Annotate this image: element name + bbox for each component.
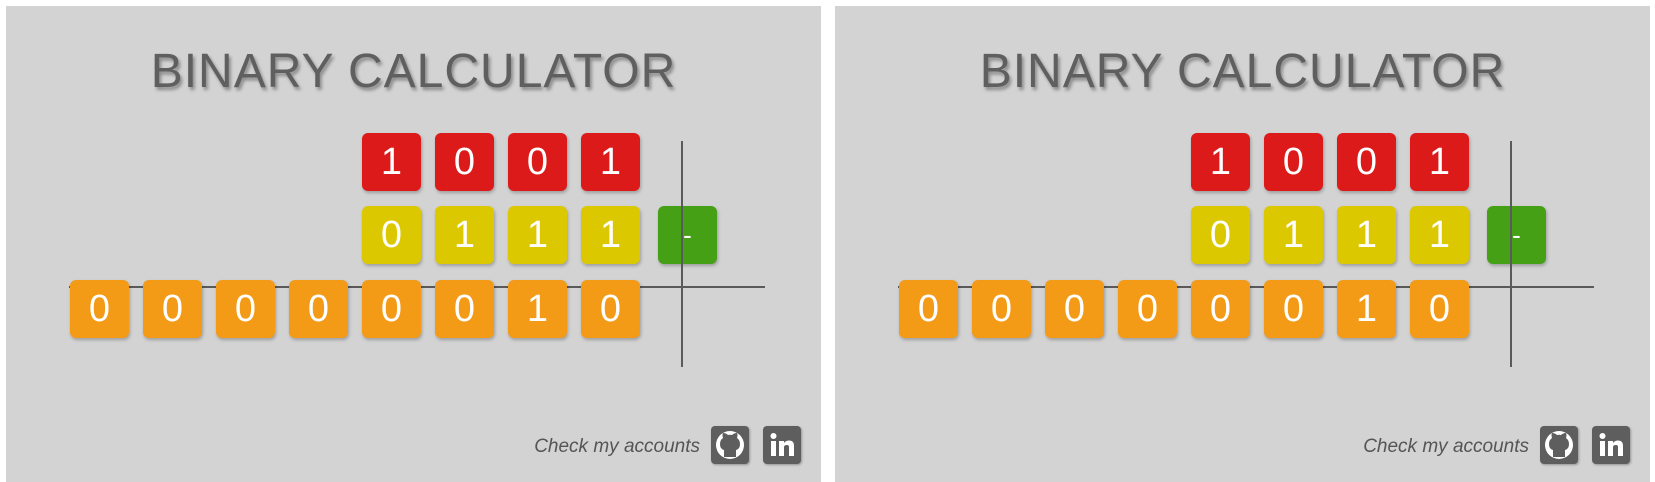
footer-accounts-label: Check my accounts: [534, 436, 700, 457]
result-bit-tile: 0: [1410, 280, 1469, 338]
minuend-bit-tile[interactable]: 1: [581, 133, 640, 191]
subtrahend-bit-tile[interactable]: 1: [1337, 206, 1396, 264]
minuend-bit-tile[interactable]: 1: [1410, 133, 1469, 191]
result-bit-tile: 0: [899, 280, 958, 338]
result-bit-tile: 0: [289, 280, 348, 338]
calculator-panel-right: BINARY CALCULATOR 1 0 0 1 0 1 1 1-0 0 0 0 0 0 1 0 Check …: [835, 6, 1650, 482]
minuend-bit-tile[interactable]: 0: [435, 133, 494, 191]
subtrahend-bit-tile[interactable]: 1: [508, 206, 567, 264]
result-bit-tile: 0: [1045, 280, 1104, 338]
subtrahend-bit-tile[interactable]: 1: [581, 206, 640, 264]
vertical-divider: [1510, 141, 1512, 367]
calculator-panel-left: BINARY CALCULATOR 1 0 0 1 0 1 1 1-0 0 0 0 0 0 1 0 Check …: [6, 6, 821, 482]
result-bit-tile: 0: [362, 280, 421, 338]
minuend-bit-tile[interactable]: 1: [362, 133, 421, 191]
subtrahend-bit-tile[interactable]: 0: [362, 206, 421, 264]
result-bit-tile: 0: [1264, 280, 1323, 338]
subtrahend-bit-tile[interactable]: 1: [1410, 206, 1469, 264]
subtrahend-bit-tile[interactable]: 1: [435, 206, 494, 264]
github-button[interactable]: [1540, 426, 1578, 464]
vertical-divider: [681, 141, 683, 367]
result-bit-tile: 0: [1191, 280, 1250, 338]
result-bit-tile: 0: [143, 280, 202, 338]
result-bit-tile: 0: [216, 280, 275, 338]
linkedin-button[interactable]: [763, 426, 801, 464]
result-bit-tile: 0: [435, 280, 494, 338]
subtrahend-bit-tile[interactable]: 1: [1264, 206, 1323, 264]
footer-accounts-label: Check my accounts: [1363, 436, 1529, 457]
linkedin-icon: [763, 426, 801, 464]
app-title: BINARY CALCULATOR: [150, 45, 677, 98]
github-button[interactable]: [711, 426, 749, 464]
result-bit-tile: 0: [1118, 280, 1177, 338]
result-bit-tile: 1: [1337, 280, 1396, 338]
minuend-bit-tile[interactable]: 1: [1191, 133, 1250, 191]
result-bit-tile: 1: [508, 280, 567, 338]
minuend-bit-tile[interactable]: 0: [1337, 133, 1396, 191]
result-bit-tile: 0: [581, 280, 640, 338]
subtrahend-bit-tile[interactable]: 0: [1191, 206, 1250, 264]
app-title: BINARY CALCULATOR: [979, 45, 1506, 98]
minuend-bit-tile[interactable]: 0: [1264, 133, 1323, 191]
linkedin-icon: [1592, 426, 1630, 464]
operator-button[interactable]: -: [658, 206, 717, 264]
linkedin-button[interactable]: [1592, 426, 1630, 464]
github-icon: [1540, 426, 1578, 464]
result-bit-tile: 0: [70, 280, 129, 338]
operator-button[interactable]: -: [1487, 206, 1546, 264]
github-icon: [711, 426, 749, 464]
minuend-bit-tile[interactable]: 0: [508, 133, 567, 191]
result-bit-tile: 0: [972, 280, 1031, 338]
